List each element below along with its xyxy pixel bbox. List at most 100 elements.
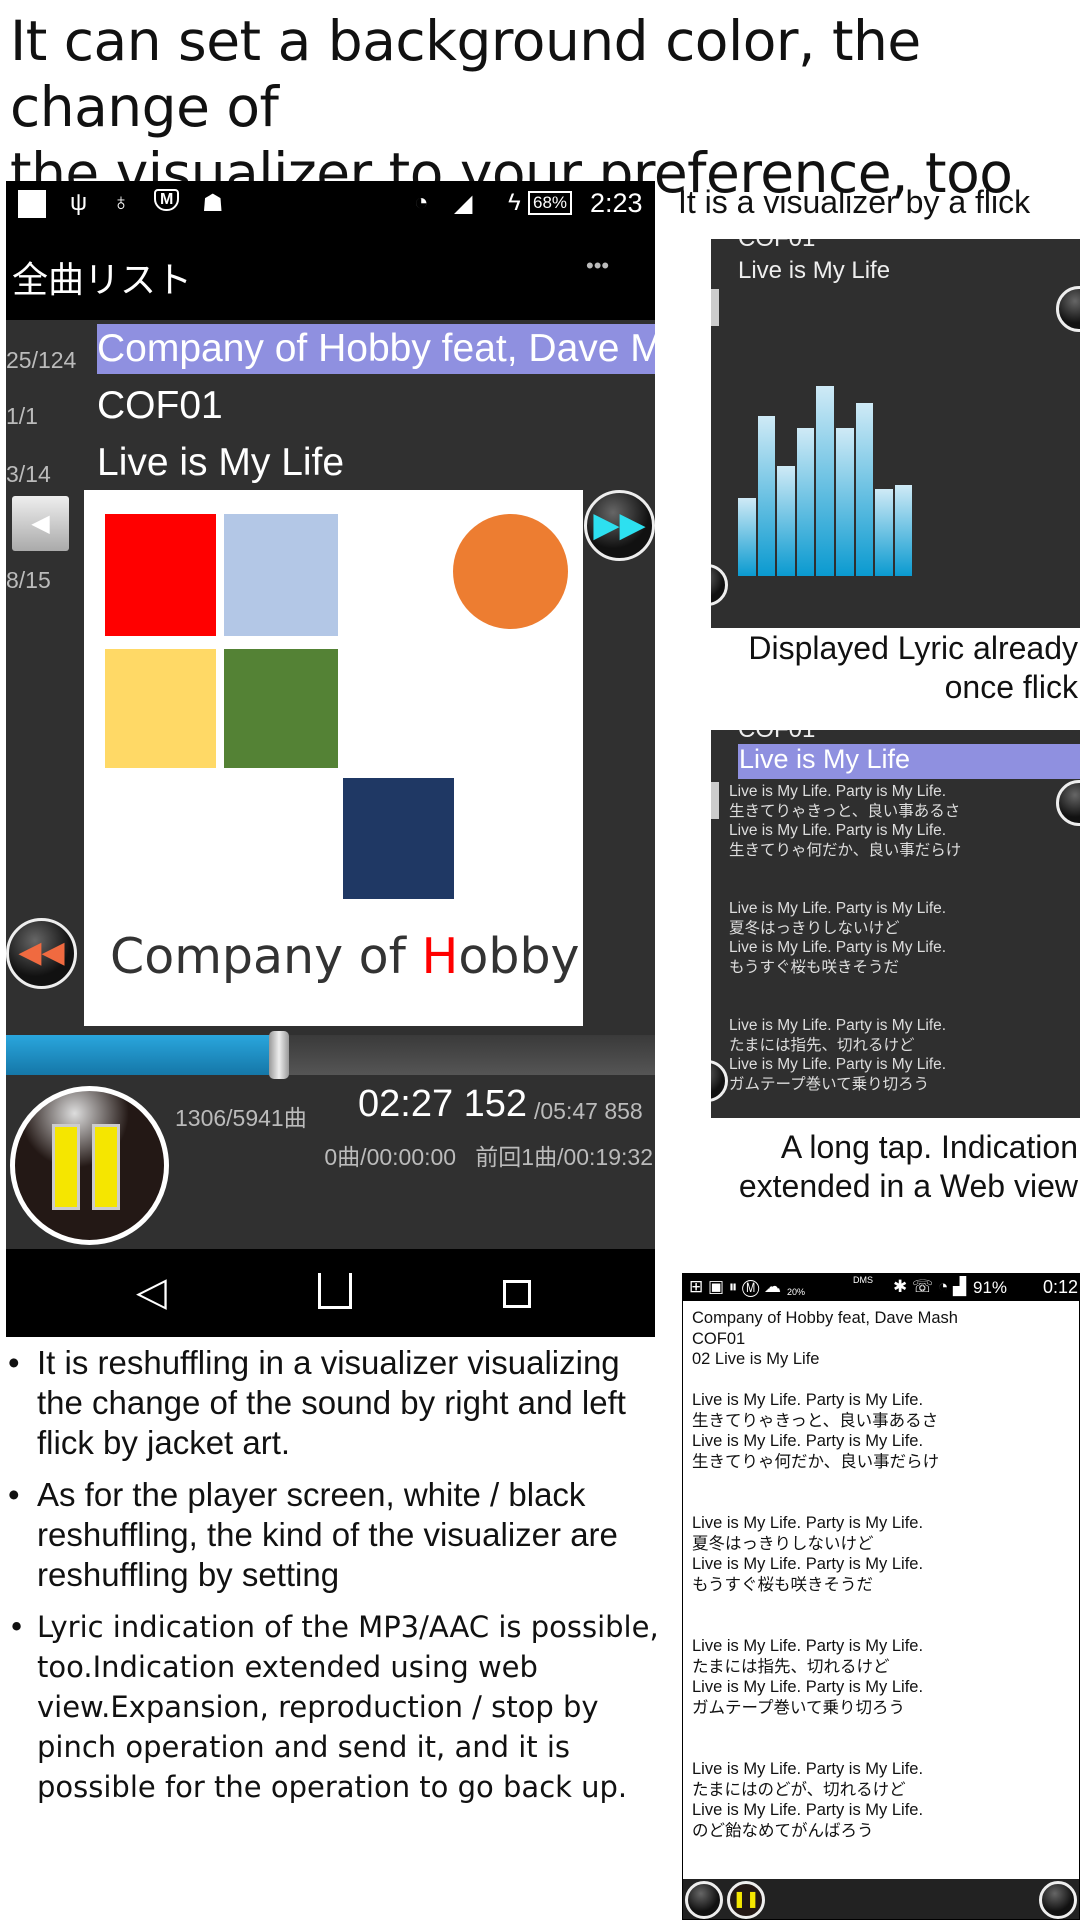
lyrics-text: Live is My Life. Party is My Life. 生きてりゃき… — [729, 782, 961, 1094]
lyric-line: のど飴なめてがんばろう — [692, 1821, 874, 1840]
volume-button[interactable] — [711, 782, 719, 819]
seek-thumb[interactable] — [268, 1031, 289, 1079]
lyric-line: Live is My Life. Party is My Life. — [692, 1555, 924, 1573]
headline: It can set a background color, the chang… — [10, 8, 1080, 206]
previous-session: 前回1曲/00:19:32 — [475, 1144, 653, 1170]
lyric-line: 生きてりゃ何だか、良い事だらけ — [692, 1452, 940, 1471]
lyric-line — [729, 977, 961, 997]
web-lyrics[interactable]: Company of Hobby feat, Dave Mash COF01 02 … — [692, 1308, 958, 1841]
speaker-icon: ◀ — [31, 510, 50, 537]
caption-visualizer: It is a visualizer by a flick — [678, 184, 1031, 220]
previous-button[interactable] — [711, 564, 728, 606]
lyric-line: Live is My Life. Party is My Life. — [729, 1017, 947, 1034]
next-button[interactable] — [1056, 286, 1080, 332]
volume-button[interactable]: ◀ — [12, 496, 69, 551]
lyric-line: たまには指先、切れるけど — [692, 1657, 890, 1676]
status-bar: ψ ♁ M ☗ ◔ ◢ ϟ 68% 2:23 — [6, 181, 655, 227]
album-art-title-part: obby — [458, 928, 580, 985]
lyric-line: Live is My Life. Party is My Life. — [692, 1514, 924, 1532]
lyric-line: Live is My Life. Party is My Life. — [729, 900, 947, 917]
seek-bar[interactable] — [6, 1031, 655, 1079]
previous-button[interactable]: ◀◀ — [6, 918, 77, 989]
track-highlight: Live is My Life — [738, 744, 1080, 779]
lyric-line: 02 Live is My Life — [692, 1350, 820, 1368]
next-button[interactable] — [1056, 780, 1080, 826]
weather: 20% — [787, 1287, 806, 1297]
lyric-line: ガムテープ巻いて乗り切ろう — [729, 1075, 930, 1093]
recents-icon[interactable] — [503, 1280, 531, 1308]
lyric-line: Live is My Life. Party is My Life. — [692, 1760, 924, 1778]
signal-icon: ◢ — [454, 190, 473, 217]
battery-icon: 68% — [528, 191, 573, 215]
lyric-line — [692, 1370, 958, 1391]
previous-button[interactable] — [685, 1881, 723, 1919]
charging-icon: ϟ — [508, 189, 521, 216]
overflow-menu-icon[interactable]: ••• — [586, 253, 609, 279]
artist-counter: 25/124 — [6, 347, 77, 373]
wifi-icon: ◔ — [414, 189, 429, 216]
album-name[interactable]: COF01 — [97, 384, 223, 428]
track-name[interactable]: Live is My Life — [97, 441, 344, 485]
song-count: 1306/5941曲 — [175, 1105, 307, 1131]
caption-line: extended in a Web view — [738, 1168, 1078, 1204]
action-bar: 全曲リスト ••• — [6, 227, 655, 320]
home-icon[interactable] — [318, 1273, 352, 1309]
lyric-line — [692, 1739, 958, 1760]
light-blue-square — [224, 514, 338, 636]
visualizer-bar — [875, 488, 893, 576]
lyric-line: Live is My Life. Party is My Life. — [729, 822, 947, 839]
lyric-line: Live is My Life. Party is My Life. — [692, 1637, 924, 1655]
caption-lyric: Displayed Lyric already once flick — [748, 629, 1078, 707]
lyric-line: もうすぐ桜も咲きそうだ — [729, 958, 900, 976]
back-icon[interactable]: ◁ — [136, 1269, 167, 1315]
visualizer-bar — [738, 498, 756, 576]
artist-name[interactable]: Company of Hobby feat, Dave M — [97, 327, 655, 371]
lyric-line: Live is My Life. Party is My Life. — [729, 783, 947, 800]
volume-button[interactable] — [711, 289, 719, 326]
lyric-line: Live is My Life. Party is My Life. — [692, 1678, 924, 1696]
lyric-line — [692, 1493, 958, 1514]
feature-item: Lyric indication of the MP3/AAC is possi… — [8, 1607, 668, 1807]
feature-list: It is reshuffling in a visualizer visual… — [8, 1343, 668, 1819]
album-art-title-accent: H — [421, 928, 459, 985]
signal-icons: ✱ ☏ ◔ ▟ — [893, 1277, 967, 1296]
lyric-line: 生きてりゃ何だか、良い事だらけ — [729, 841, 962, 859]
page-title: 全曲リスト — [12, 260, 193, 301]
elapsed-time: 02:27 152 — [358, 1083, 528, 1125]
seek-progress — [6, 1035, 279, 1075]
web-status-bar: ⊞ ▣ ⏸ Ⓜ ☁ 20% DMS ✱ ☏ ◔ ▟ 91% 0:12 — [683, 1274, 1079, 1301]
lyric-line: Live is My Life. Party is My Life. — [692, 1432, 924, 1450]
total-time: /05:47 858 — [534, 1098, 643, 1124]
previous-button[interactable] — [711, 1060, 728, 1102]
pause-button[interactable]: ❚❚ — [727, 1881, 765, 1919]
lyric-line: Live is My Life. Party is My Life. — [729, 1056, 947, 1073]
app-icons: ⊞ ▣ ⏸ Ⓜ ☁ — [689, 1277, 782, 1296]
visualizer-bars — [738, 279, 914, 576]
lyric-line — [692, 1616, 958, 1637]
lyric-line: たまには指先、切れるけど — [729, 1036, 915, 1054]
webview-screenshot: ⊞ ▣ ⏸ Ⓜ ☁ 20% DMS ✱ ☏ ◔ ▟ 91% 0:12 Compa… — [682, 1273, 1080, 1920]
fast-forward-icon: ▶▶ — [593, 506, 646, 544]
lyric-line: 生きてりゃきっと、良い事あるさ — [729, 802, 961, 820]
visualizer-bar — [816, 386, 834, 576]
lyric-line: 生きてりゃきっと、良い事あるさ — [692, 1411, 939, 1430]
next-button[interactable]: ▶▶ — [584, 490, 655, 561]
album-art-title: Company of Hobby — [110, 928, 580, 985]
dms-icon: DMS — [853, 1275, 873, 1285]
green-square — [224, 649, 338, 768]
next-button[interactable] — [1039, 1881, 1077, 1919]
album-art[interactable]: Company of Hobby — [84, 490, 583, 1026]
lyric-line: ガムテープ巻いて乗り切ろう — [692, 1698, 906, 1717]
player-screenshot: ψ ♁ M ☗ ◔ ◢ ϟ 68% 2:23 全曲リスト ••• 25/124 … — [6, 181, 655, 1337]
visualizer-bar — [894, 484, 913, 576]
lyric-line: Live is My Life. Party is My Life. — [692, 1801, 924, 1819]
lyric-screenshot: COF01 Live is My Life Live is My Life. P… — [711, 730, 1080, 1118]
lyric-line: 夏冬はっきりしないけど — [692, 1534, 874, 1553]
m-shield-icon: M — [154, 189, 180, 211]
visualizer-screenshot: COF01 Live is My Life — [711, 239, 1080, 628]
pause-button[interactable] — [10, 1086, 169, 1245]
clock: 0:12 — [1043, 1277, 1079, 1297]
orange-circle — [453, 514, 568, 629]
lyric-line: 夏冬はっきりしないけど — [729, 919, 900, 937]
visualizer-bar — [777, 465, 795, 576]
